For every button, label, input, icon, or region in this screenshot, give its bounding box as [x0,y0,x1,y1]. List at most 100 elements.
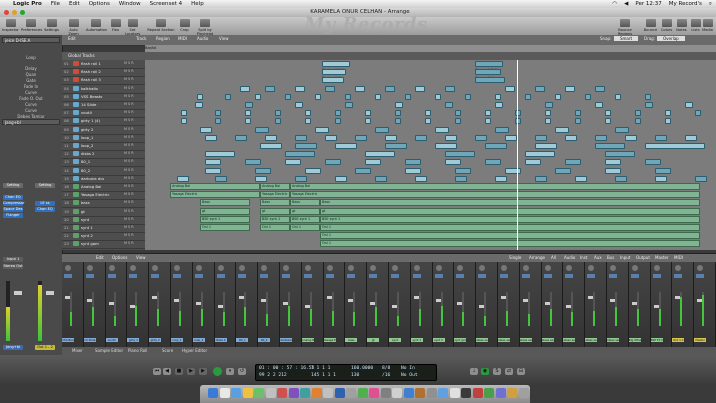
region-parameters-header[interactable]: jeice D-ISE.A [2,37,60,43]
channel-name[interactable]: Out 1-2 [672,338,685,342]
plugin-setting-right[interactable]: Setting [35,183,55,188]
insert-slot[interactable] [282,274,290,278]
midi-region[interactable] [495,175,507,182]
channel-strip[interactable]: BSE FX fav [650,262,673,347]
mixer-filter-output[interactable]: Output [636,255,650,260]
dock-app-icon[interactable] [254,388,264,398]
midi-region[interactable] [205,167,221,174]
midi-region[interactable] [575,175,587,182]
audio-region[interactable]: BSE synt 1 [260,215,290,223]
channel-name[interactable]: synt 2 [432,338,445,342]
volume-fader[interactable] [370,302,376,305]
zoom-icon[interactable] [20,10,25,15]
midi-region[interactable] [197,93,203,100]
pan-knob[interactable] [631,265,638,271]
midi-region[interactable] [285,159,301,166]
midi-region[interactable] [325,134,337,141]
channel-name[interactable]: Yasaga El [323,338,336,342]
midi-region[interactable] [535,143,557,149]
midi-region[interactable] [565,85,575,92]
pan-knob[interactable] [501,265,507,271]
dock-app-icon[interactable] [518,388,529,398]
mute-solo-buttons[interactable]: M S R [124,200,134,204]
mute-solo-buttons[interactable]: M S R [124,192,134,196]
channel-strip[interactable]: VSS Beas [62,262,84,347]
midi-region[interactable] [215,110,221,117]
param-fade-out[interactable]: Fade O. Out [2,96,60,101]
track-name[interactable]: flash roll 1 [81,61,101,66]
insert-slot[interactable] [565,274,574,278]
midi-region[interactable] [245,110,251,117]
midi-region[interactable] [645,159,661,166]
track-name[interactable]: synt [81,217,89,222]
midi-region[interactable] [665,118,671,125]
automation-button[interactable]: Automation [86,19,107,32]
arrange-menu-edit[interactable]: Edit [68,36,76,41]
midi-region[interactable] [295,134,307,141]
insert-slot[interactable] [434,274,443,278]
dock-app-icon[interactable] [208,388,218,398]
midi-region[interactable] [315,93,321,100]
midi-region[interactable] [245,118,251,125]
track-name[interactable]: 14 Slide [81,102,96,107]
volume-fader[interactable] [130,305,136,308]
audio-region[interactable]: Oni 1 [320,240,700,248]
insert-slot[interactable] [543,274,552,278]
audio-region[interactable]: gt [290,207,320,215]
channel-strip[interactable]: girty 2 [149,262,171,347]
insert-slot[interactable] [347,274,356,278]
mixer-filter-arrange[interactable]: Arrange [529,255,545,260]
channel-name[interactable]: 80_1 [236,338,249,342]
dock-app-icon[interactable] [277,388,287,398]
channel-strip[interactable]: 14 Slide [83,262,106,347]
channel-name[interactable]: synt [389,338,401,342]
dock-app-icon[interactable] [265,388,276,398]
midi-region[interactable] [322,77,344,84]
channel-strip[interactable]: atsas sent [541,262,564,347]
replace-icon[interactable]: ◉ [481,368,489,375]
midi-region[interactable] [525,151,555,158]
channel-name[interactable]: 14 Slide [83,338,96,342]
audio-region[interactable]: Bass [260,199,290,207]
track-name[interactable]: dlsbs 2 [81,151,94,156]
midi-region[interactable] [655,167,671,174]
midi-region[interactable] [485,159,501,166]
channel-strip[interactable]: loop_1 [171,262,193,347]
insert-slot[interactable] [173,274,181,278]
insert-slot[interactable] [587,274,596,278]
mute-solo-buttons[interactable]: M S R [124,61,134,65]
channel-name[interactable]: atsas sent [585,338,598,342]
midi-region[interactable] [605,159,621,166]
midi-region[interactable] [595,102,603,108]
dock-app-icon[interactable] [449,388,460,398]
midi-region[interactable] [505,85,515,92]
dock-app-icon[interactable] [461,388,471,398]
channel-name[interactable]: atsas sent [476,338,489,342]
midi-region[interactable] [485,118,491,125]
audio-region[interactable]: BSE synt 1 [320,215,700,223]
volume-fader[interactable] [239,296,245,299]
audio-region[interactable]: Oni 1 [290,224,320,231]
midi-region[interactable] [215,118,221,125]
channel-name[interactable]: synt gam [454,338,467,342]
volume-fader[interactable] [588,296,594,299]
midi-region[interactable] [200,126,212,133]
midi-region[interactable] [195,102,203,108]
dock-app-icon[interactable] [323,388,333,398]
insert-slot[interactable] [521,274,530,278]
midi-region[interactable] [445,151,475,158]
midi-region[interactable] [435,126,449,133]
pan-knob[interactable] [239,265,246,271]
midi-region[interactable] [595,143,625,149]
dock-app-icon[interactable] [346,388,356,398]
inspector-channel-name-left[interactable]: Jang+bl [3,345,23,350]
channel-name[interactable]: atsas sent [519,338,532,342]
insert-slot[interactable] [369,274,378,278]
param-quan[interactable]: Quan [2,72,60,77]
mute-solo-buttons[interactable]: M S R [124,159,134,163]
pan-knob[interactable] [261,265,268,271]
midi-region[interactable] [655,175,667,182]
pan-knob[interactable] [326,265,333,271]
mute-solo-buttons[interactable]: M S R [124,241,134,245]
pan-knob[interactable] [283,265,289,271]
